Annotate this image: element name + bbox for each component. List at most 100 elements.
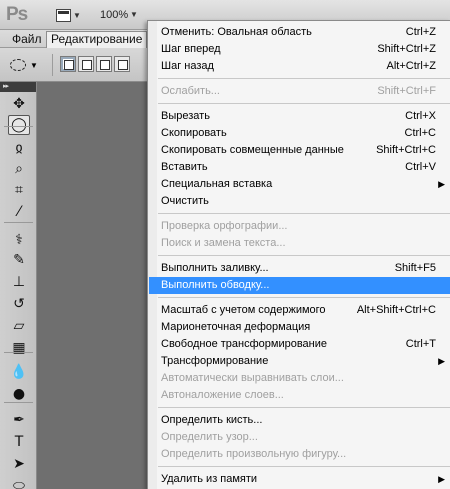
chevron-down-icon[interactable]: ▼: [130, 10, 138, 19]
menu-item-label: Специальная вставка: [161, 178, 273, 190]
menu-item-shortcut: Shift+F5: [394, 262, 436, 274]
menu-item-shortcut: Shift+Ctrl+F: [377, 85, 436, 97]
menu-item[interactable]: Определить кисть...: [149, 412, 450, 429]
tool-group-divider: [4, 126, 33, 127]
history-brush-tool-icon[interactable]: ↺: [8, 294, 30, 314]
elliptical-selection-icon: [10, 59, 26, 71]
healing-brush-tool-icon[interactable]: ⚕: [8, 230, 30, 250]
menu-item-label: Поиск и замена текста...: [161, 237, 286, 249]
menu-item-label: Вставить: [161, 161, 208, 173]
menu-item[interactable]: Вставить Ctrl+V: [149, 159, 450, 176]
menu-item-label: Скопировать: [161, 127, 227, 139]
menu-item-label: Масштаб с учетом содержимого: [161, 304, 326, 316]
menu-item-shortcut: Ctrl+Z: [405, 26, 436, 38]
menu-item[interactable]: Выполнить заливку... Shift+F5: [149, 260, 450, 277]
menu-item-label: Марионеточная деформация: [161, 321, 311, 333]
menu-item[interactable]: Шаг вперед Shift+Ctrl+Z: [149, 41, 450, 58]
zoom-level[interactable]: 100%: [100, 9, 128, 21]
menu-item-label: Определить кисть...: [161, 414, 263, 426]
collapse-panel-icon[interactable]: ▸▸: [0, 82, 36, 92]
menu-item-label: Выполнить обводку...: [161, 279, 270, 291]
menu-item-shortcut: Alt+Shift+Ctrl+C: [356, 304, 436, 316]
menu-separator: [158, 213, 450, 214]
menu-item-label: Автоматически выравнивать слои...: [161, 372, 344, 384]
menu-item-label: Скопировать совмещенные данные: [161, 144, 344, 156]
subtract-from-selection-icon[interactable]: [96, 56, 112, 72]
menu-item: Автоматически выравнивать слои...: [149, 370, 450, 387]
submenu-arrow-icon: ▶: [438, 356, 445, 366]
quick-selection-tool-icon[interactable]: ⌕: [8, 159, 30, 179]
menu-item-shortcut: Shift+Ctrl+Z: [377, 43, 436, 55]
photoshop-logo: Ps: [6, 4, 28, 25]
menu-item-shortcut: Shift+Ctrl+C: [376, 144, 436, 156]
new-selection-icon[interactable]: [60, 56, 76, 72]
menu-item-shortcut: Ctrl+X: [405, 110, 436, 122]
menu-item-label: Проверка орфографии...: [161, 220, 288, 232]
edit-menu-dropdown: Отменить: Овальная область Ctrl+Z Шаг впер…: [147, 20, 450, 489]
eraser-tool-icon[interactable]: ▱: [8, 316, 30, 336]
menu-separator: [158, 103, 450, 104]
menu-item[interactable]: Выполнить обводку...: [149, 277, 450, 294]
menu-item-label: Выполнить заливку...: [161, 262, 269, 274]
menu-item: Автоналожение слоев...: [149, 387, 450, 404]
submenu-arrow-icon: ▶: [438, 179, 445, 189]
intersect-selection-icon[interactable]: [114, 56, 130, 72]
bridge-launch-button[interactable]: ▼: [56, 7, 81, 23]
menu-item[interactable]: Очистить: [149, 193, 450, 210]
path-selection-tool-icon[interactable]: ➤: [8, 454, 30, 474]
menu-item[interactable]: Специальная вставка ▶: [149, 176, 450, 193]
film-strip-icon: [56, 8, 71, 22]
shape-tool-icon[interactable]: ⬭: [8, 476, 30, 489]
menu-item[interactable]: Шаг назад Alt+Ctrl+Z: [149, 58, 450, 75]
move-tool-icon[interactable]: ✥: [8, 94, 30, 114]
tool-group-divider: [4, 352, 33, 353]
menu-item[interactable]: Отменить: Овальная область Ctrl+Z: [149, 24, 450, 41]
menu-item-label: Отменить: Овальная область: [161, 26, 312, 38]
menu-item[interactable]: Марионеточная деформация: [149, 319, 450, 336]
menu-item[interactable]: Свободное трансформирование Ctrl+T: [149, 336, 450, 353]
menu-item-label: Вырезать: [161, 110, 210, 122]
brush-tool-icon[interactable]: ✎: [8, 250, 30, 270]
menu-item-label: Шаг вперед: [161, 43, 221, 55]
menu-file[interactable]: Файл: [8, 32, 46, 47]
menu-item: Определить узор...: [149, 429, 450, 446]
gradient-tool-icon[interactable]: ▦: [8, 338, 30, 358]
lasso-tool-icon[interactable]: ჲ: [8, 138, 30, 158]
eyedropper-tool-icon[interactable]: ⁄: [8, 202, 30, 222]
add-to-selection-icon[interactable]: [78, 56, 94, 72]
submenu-arrow-icon: ▶: [438, 474, 445, 484]
menu-item-label: Определить произвольную фигуру...: [161, 448, 347, 460]
elliptical-marquee-tool-icon[interactable]: ◯: [8, 115, 30, 135]
dodge-tool-icon[interactable]: ●: [8, 384, 30, 404]
blur-tool-icon[interactable]: 💧: [8, 362, 30, 382]
menu-item[interactable]: Трансформирование ▶: [149, 353, 450, 370]
clone-stamp-tool-icon[interactable]: ⊥: [8, 272, 30, 292]
menu-item[interactable]: Скопировать Ctrl+C: [149, 125, 450, 142]
tool-preset-picker[interactable]: ▼: [6, 55, 44, 75]
menu-item[interactable]: Скопировать совмещенные данные Shift+Ctrl…: [149, 142, 450, 159]
crop-tool-icon[interactable]: ⌗: [8, 180, 30, 200]
tool-group-divider: [4, 222, 33, 223]
menu-item[interactable]: Удалить из памяти ▶: [149, 471, 450, 488]
menu-item[interactable]: Вырезать Ctrl+X: [149, 108, 450, 125]
menu-item-shortcut: Ctrl+V: [405, 161, 436, 173]
menu-item-shortcut: Ctrl+T: [405, 338, 436, 350]
menu-item-shortcut: Alt+Ctrl+Z: [386, 60, 436, 72]
menu-item-label: Удалить из памяти: [161, 473, 258, 485]
pen-tool-icon[interactable]: ✒: [8, 410, 30, 430]
tool-group-divider: [4, 402, 33, 403]
menu-item-label: Очистить: [161, 195, 209, 207]
menu-item-label: Свободное трансформирование: [161, 338, 327, 350]
menu-item[interactable]: Масштаб с учетом содержимого Alt+Shift+Ct…: [149, 302, 450, 319]
selection-mode-group: [60, 56, 130, 72]
type-tool-icon[interactable]: T: [8, 432, 30, 452]
menu-separator: [158, 407, 450, 408]
menu-item: Поиск и замена текста...: [149, 235, 450, 252]
menu-separator: [158, 466, 450, 467]
menu-item-label: Шаг назад: [161, 60, 214, 72]
chevron-down-icon: ▼: [30, 60, 38, 70]
menu-item: Ослабить... Shift+Ctrl+F: [149, 83, 450, 100]
menu-edit[interactable]: Редактирование: [46, 31, 148, 48]
menu-item-shortcut: Ctrl+C: [404, 127, 436, 139]
menu-item-label: Трансформирование: [161, 355, 269, 367]
